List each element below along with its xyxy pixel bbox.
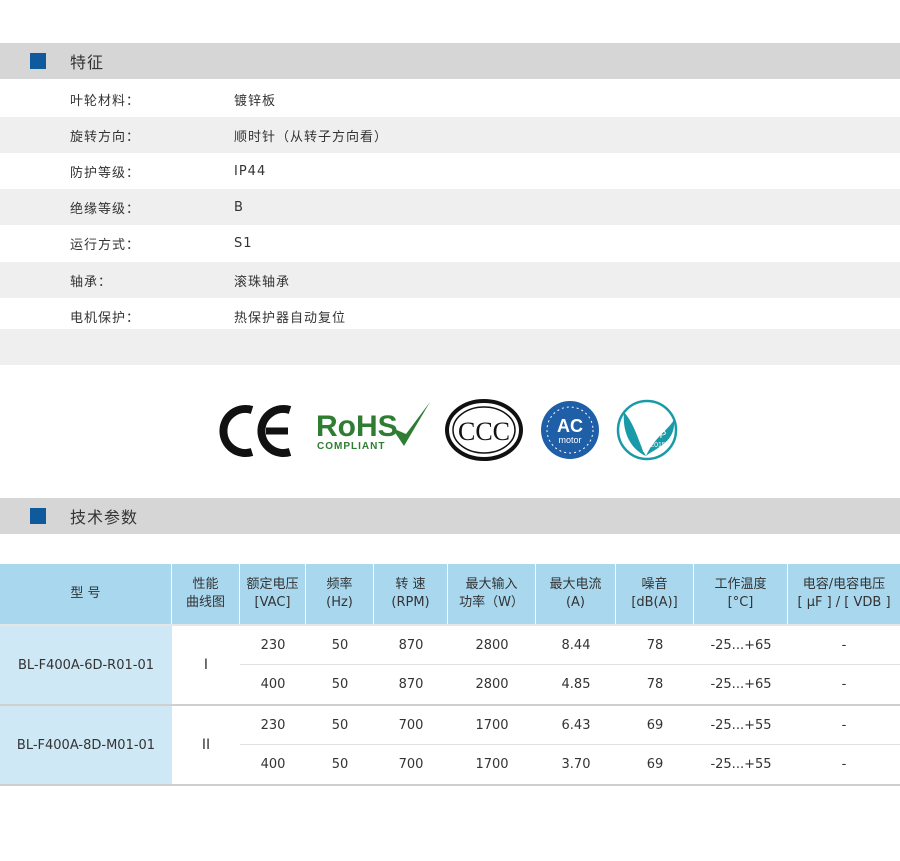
feature-row: 旋转方向： 顺时针（从转子方向看） [0, 117, 900, 153]
table-cell: - [841, 677, 847, 692]
table-cell: 1700 [475, 717, 509, 733]
table-cell: 700 [398, 757, 424, 772]
specs-section-header: 技术参数 [0, 498, 900, 534]
erp-year-text: 2015 [650, 442, 666, 449]
table-cell: 400 [260, 677, 286, 692]
model-group: BL-F400A-6D-R01-01 I 230 50 870 2800 8.44 78 -25… [0, 626, 900, 706]
feature-label: 电机保护： [70, 310, 141, 326]
feature-label: 叶轮材料： [70, 93, 141, 109]
features-section-header: 特征 [0, 43, 900, 79]
column-header: 型 号 [0, 564, 172, 624]
table-cell: 870 [398, 637, 424, 653]
table-cell: -25...+55 [710, 717, 772, 733]
table-cell: 700 [398, 717, 424, 733]
table-cell: - [841, 637, 847, 653]
column-header: 电容/电容电压 [ μF ] / [ VDB ] [797, 577, 891, 610]
spec-table-body: BL-F400A-6D-R01-01 I 230 50 870 2800 8.44 78 -25… [0, 626, 900, 786]
column-header: 额定电压 [VAC] [240, 564, 306, 624]
curve-cell: I [203, 657, 209, 673]
table-cell: 870 [398, 677, 424, 692]
feature-label: 运行方式： [70, 237, 141, 253]
feature-value: 热保护器自动复位 [234, 310, 347, 326]
table-cell: 1700 [475, 757, 509, 772]
feature-label: 旋转方向： [70, 129, 141, 145]
column-header: 最大输入 功率（W） [448, 564, 536, 624]
table-cell: 50 [331, 677, 349, 692]
table-cell: 8.44 [561, 637, 591, 653]
table-cell: -25...+65 [710, 637, 772, 653]
table-cell: - [841, 717, 847, 733]
rohs-text: RoHS [316, 410, 398, 443]
table-cell: 69 [646, 757, 664, 772]
rohs-sub-text: COMPLIANT [317, 441, 385, 452]
table-row: 400 50 700 1700 3.70 69 -25...+55 - [240, 745, 900, 784]
column-header: 性能 曲线图 [172, 564, 240, 624]
features-title: 特征 [70, 53, 105, 72]
column-header: 转 速 (RPM) [374, 564, 448, 624]
feature-value: 顺时针（从转子方向看） [234, 129, 389, 145]
table-cell: 3.70 [561, 757, 591, 772]
ccc-mark-icon: CCC [445, 399, 523, 461]
table-cell: 230 [260, 717, 286, 733]
table-row: 230 50 870 2800 8.44 78 -25...+65 - [240, 626, 900, 665]
features-spacer [0, 329, 900, 365]
rohs-compliant-icon: RoHS COMPLIANT [316, 402, 430, 452]
feature-row: 运行方式： S1 [0, 225, 900, 261]
spec-table-header: 型 号性能 曲线图 额定电压 [VAC] 频率 (Hz) 转 速 (RPM) 最大输入 … [0, 564, 900, 626]
ac-sub-text: motor [558, 435, 581, 445]
model-group: BL-F400A-8D-M01-01 II 230 50 700 1700 6.43 69 -2… [0, 706, 900, 786]
model-name-cell: BL-F400A-8D-M01-01 [0, 706, 172, 784]
table-row: 230 50 700 1700 6.43 69 -25...+55 - [240, 706, 900, 745]
feature-label: 绝缘等级： [70, 201, 141, 217]
feature-label: 防护等级： [70, 165, 141, 181]
table-cell: 50 [331, 637, 349, 653]
feature-row: 防护等级： IP44 [0, 153, 900, 189]
column-header: 最大电流 (A) [536, 564, 616, 624]
table-cell: 6.43 [561, 717, 591, 733]
table-cell: 69 [646, 717, 664, 733]
table-cell: 400 [260, 757, 286, 772]
feature-row: 叶轮材料： 镀锌板 [0, 81, 900, 117]
ccc-text: CCC [458, 417, 510, 446]
table-cell: 230 [260, 637, 286, 653]
table-cell: 78 [646, 637, 664, 653]
column-header: 频率 (Hz) [306, 564, 374, 624]
section-marker-icon [30, 508, 46, 524]
feature-value: 滚珠轴承 [234, 274, 291, 290]
erp-text: ErP [650, 430, 667, 441]
certification-logos: RoHS COMPLIANT CCC AC motor ErP 2015 [218, 396, 688, 466]
specs-title: 技术参数 [70, 508, 139, 527]
table-row: 400 50 870 2800 4.85 78 -25...+65 - [240, 665, 900, 704]
table-cell: -25...+55 [710, 757, 772, 772]
ce-mark-icon [219, 405, 292, 457]
ac-motor-icon: AC motor [541, 401, 599, 459]
feature-row: 轴承： 滚珠轴承 [0, 262, 900, 298]
table-cell: 2800 [475, 677, 509, 692]
table-cell: 2800 [475, 637, 509, 653]
table-cell: 50 [331, 757, 349, 772]
table-cell: 50 [331, 717, 349, 733]
section-marker-icon [30, 53, 46, 69]
curve-cell: II [201, 737, 211, 753]
column-header: 噪音 [dB(A)] [616, 564, 694, 624]
feature-value: B [234, 199, 244, 215]
erp-2015-icon: ErP 2015 [616, 399, 678, 461]
table-cell: - [841, 757, 847, 772]
table-cell: -25...+65 [710, 677, 772, 692]
table-cell: 78 [646, 677, 664, 692]
feature-value: S1 [234, 235, 253, 251]
feature-label: 轴承： [70, 274, 113, 290]
ac-text: AC [557, 416, 583, 436]
feature-value: 镀锌板 [234, 93, 277, 109]
feature-row: 绝缘等级： B [0, 189, 900, 225]
spec-table: 型 号性能 曲线图 额定电压 [VAC] 频率 (Hz) 转 速 (RPM) 最大输入 … [0, 564, 900, 786]
feature-value: IP44 [234, 163, 267, 179]
model-name-cell: BL-F400A-6D-R01-01 [0, 626, 172, 704]
table-cell: 4.85 [561, 677, 591, 692]
column-header: 工作温度 [°C] [694, 564, 788, 624]
